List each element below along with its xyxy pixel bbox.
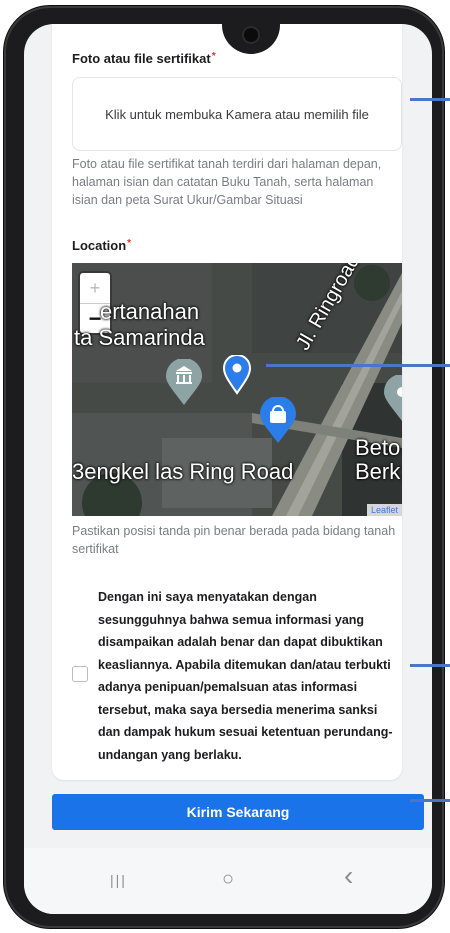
map-label-samarinda: ta Samarinda [74,325,205,350]
submit-button[interactable]: Kirim Sekarang [52,794,424,830]
home-button[interactable]: ○ [222,868,234,891]
map-label-bengkel: 3engkel las Ring Road [72,459,294,484]
phone-frame: Foto atau file sertifikat* Klik untuk me… [4,6,444,928]
annotation-line-submit [410,799,450,802]
required-mark: * [211,51,216,62]
android-nav-bar: ||| ○ ‹ [24,848,432,914]
location-helper-text: Pastikan posisi tanda pin benar berada p… [72,524,396,556]
consent-checkbox[interactable] [72,666,88,682]
photo-helper-text: Foto atau file sertifikat tanah terdiri … [72,157,382,207]
location-label: Location* [72,238,132,253]
screen: Foto atau file sertifikat* Klik untuk me… [24,24,432,914]
upload-text: Klik untuk membuka Kamera atau memilih f… [105,106,369,122]
submit-label: Kirim Sekarang [186,804,290,820]
map-label-beto: Beto [355,435,401,460]
front-camera [244,28,258,42]
museum-marker-icon [166,359,202,405]
annotation-line-map-inner [266,364,446,367]
map-label-pertanahan: ertanahan [100,299,200,324]
photo-label: Foto atau file sertifikat* [72,51,216,66]
recent-apps-button[interactable]: ||| [110,872,127,888]
poi-marker-icon [384,375,402,421]
consent-text: Dengan ini saya menyatakan dengan sesung… [98,590,393,762]
required-mark: * [127,238,132,249]
form-card: Foto atau file sertifikat* Klik untuk me… [52,24,402,780]
location-pin-icon[interactable] [222,355,252,395]
location-map[interactable]: + − ertanahan ta Samarinda Jl. Ringroad … [72,263,402,516]
consent-section: Dengan ini saya menyatakan dengan sesung… [72,586,402,766]
map-label-berk: Berk [355,459,401,484]
annotation-line-consent-inner [410,664,450,667]
back-button[interactable]: ‹ [344,860,353,892]
leaflet-attribution-link[interactable]: Leaflet [366,504,402,516]
shopping-marker-icon [260,397,296,443]
annotation-line-upload [410,98,450,101]
file-upload-button[interactable]: Klik untuk membuka Kamera atau memilih f… [72,77,402,151]
